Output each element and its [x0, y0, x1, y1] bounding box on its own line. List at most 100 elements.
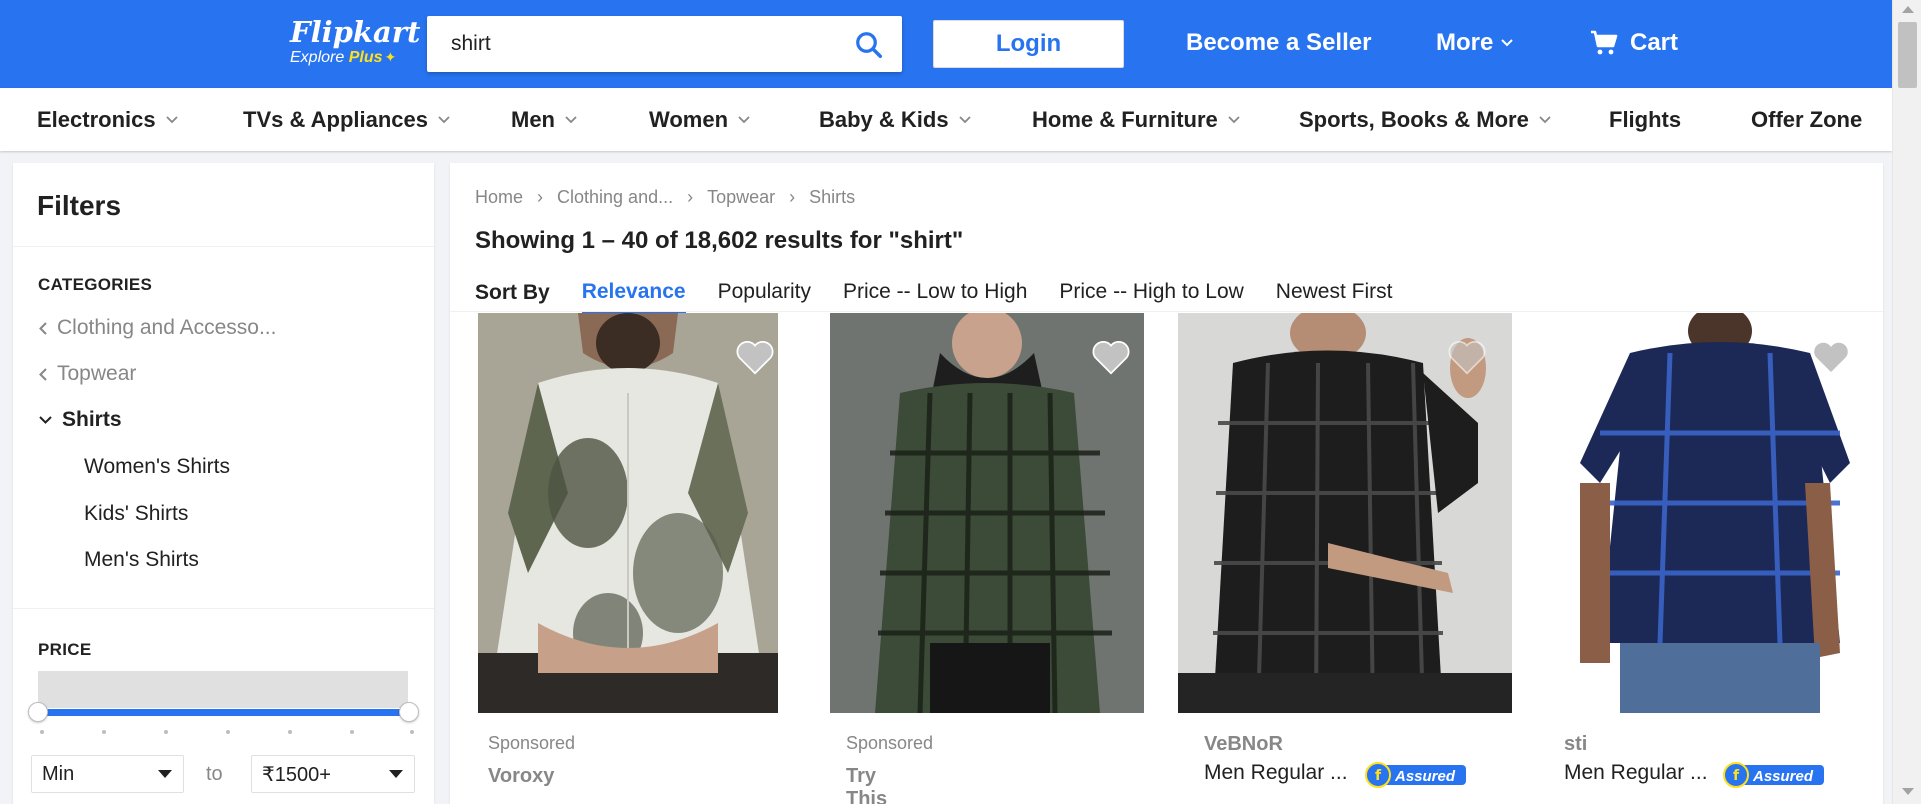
nav-tvs-appliances[interactable]: TVs & Appliances [243, 105, 450, 135]
wishlist-heart-icon[interactable] [1810, 337, 1852, 375]
chevron-left-icon [39, 321, 47, 335]
filters-title: Filters [37, 190, 122, 221]
price-max-handle[interactable] [399, 702, 419, 722]
results-panel: Home › Clothing and... › Topwear › Shirt… [450, 163, 1883, 804]
nav-baby-kids[interactable]: Baby & Kids [819, 105, 971, 135]
chevron-down-icon [738, 116, 750, 124]
product-brand: Try This [846, 765, 888, 804]
nav-home-furniture[interactable]: Home & Furniture [1032, 105, 1240, 135]
category-nav: Electronics TVs & Appliances Men Women B… [0, 88, 1892, 151]
divider [13, 246, 434, 247]
assured-badge-icon: f Assured [1365, 762, 1466, 788]
wishlist-heart-icon[interactable] [734, 337, 776, 375]
nav-sports-books-more[interactable]: Sports, Books & More [1299, 105, 1551, 135]
scroll-up-arrow-icon[interactable] [1902, 6, 1914, 13]
svg-text:f: f [1733, 768, 1740, 784]
categories-label: CATEGORIES [38, 275, 153, 294]
flipkart-logo[interactable]: Flipkart Explore Plus ✦ [290, 16, 420, 67]
price-max-select[interactable]: ₹1500+ [251, 755, 415, 793]
price-tick [102, 730, 106, 734]
breadcrumb-home[interactable]: Home [475, 187, 523, 208]
price-tick [350, 730, 354, 734]
price-tick [226, 730, 230, 734]
breadcrumb-separator-icon: › [537, 187, 544, 207]
category-clothing-accessories[interactable]: Clothing and Accesso... [39, 316, 276, 340]
sort-bar: Sort By Relevance Popularity Price -- Lo… [475, 272, 1424, 314]
breadcrumb: Home › Clothing and... › Topwear › Shirt… [475, 187, 855, 208]
vertical-scrollbar[interactable] [1892, 0, 1921, 804]
divider [13, 608, 434, 609]
cart-link[interactable]: Cart [1590, 26, 1678, 60]
wishlist-heart-icon[interactable] [1090, 337, 1132, 375]
nav-electronics[interactable]: Electronics [37, 105, 178, 135]
chevron-left-icon [39, 367, 47, 381]
wishlist-heart-icon[interactable] [1446, 337, 1488, 375]
sort-by-label: Sort By [475, 281, 550, 304]
caret-down-icon [389, 770, 403, 778]
product-brand: Voroxy [488, 765, 555, 787]
chevron-down-icon [1539, 116, 1551, 124]
price-min-select[interactable]: Min [31, 755, 184, 793]
nav-flights[interactable]: Flights [1609, 105, 1681, 135]
chevron-down-icon [39, 416, 52, 424]
price-min-handle[interactable] [28, 702, 48, 722]
chevron-down-icon [165, 116, 178, 124]
search-icon[interactable] [854, 30, 884, 60]
price-tick [40, 730, 44, 734]
search-input[interactable] [427, 16, 847, 72]
product-brand: sti [1564, 733, 1588, 755]
scroll-down-arrow-icon[interactable] [1902, 788, 1914, 795]
price-slider-track[interactable] [38, 709, 408, 716]
logo-subtext: Explore Plus ✦ [290, 49, 397, 66]
product-image[interactable] [478, 313, 778, 713]
price-histogram [38, 671, 408, 708]
search-box [427, 16, 902, 72]
nav-offer-zone[interactable]: Offer Zone [1751, 105, 1862, 135]
nav-women[interactable]: Women [649, 105, 750, 135]
chevron-down-icon [438, 116, 450, 124]
subcategory-mens-shirts[interactable]: Men's Shirts [84, 548, 199, 572]
sort-price-low-high[interactable]: Price -- Low to High [843, 280, 1027, 314]
category-topwear[interactable]: Topwear [39, 362, 136, 386]
sort-price-high-low[interactable]: Price -- High to Low [1059, 280, 1243, 314]
chevron-down-icon [565, 116, 577, 124]
assured-badge-icon: f Assured [1723, 762, 1824, 788]
price-to-label: to [206, 763, 223, 785]
top-header: Flipkart Explore Plus✦ Login Become a Se… [0, 0, 1921, 88]
sort-relevance[interactable]: Relevance [581, 280, 686, 314]
price-tick [288, 730, 292, 734]
cart-icon [1591, 30, 1618, 55]
product-title[interactable]: Men Regular ... [1204, 761, 1348, 785]
chevron-down-icon [1501, 39, 1514, 47]
scrollbar-thumb[interactable] [1898, 22, 1917, 88]
more-menu[interactable]: More [1436, 26, 1514, 60]
login-button[interactable]: Login [933, 20, 1124, 68]
assured-label: Assured [1752, 768, 1814, 785]
breadcrumb-separator-icon: › [687, 187, 694, 207]
breadcrumb-topwear[interactable]: Topwear [707, 187, 775, 208]
price-tick [164, 730, 168, 734]
breadcrumb-clothing[interactable]: Clothing and... [557, 187, 673, 208]
category-shirts[interactable]: Shirts [39, 408, 122, 432]
product-title[interactable]: Men Regular ... [1564, 761, 1708, 785]
chevron-down-icon [958, 116, 971, 124]
sponsored-label: Sponsored [488, 733, 576, 753]
breadcrumb-shirts[interactable]: Shirts [809, 187, 855, 208]
caret-down-icon [158, 770, 172, 778]
sponsored-label: Sponsored [846, 733, 934, 753]
subcategory-womens-shirts[interactable]: Women's Shirts [84, 455, 230, 479]
plus-icon: ✦ [384, 49, 397, 65]
become-seller-link[interactable]: Become a Seller [1186, 26, 1371, 60]
breadcrumb-separator-icon: › [789, 187, 796, 207]
subcategory-kids-shirts[interactable]: Kids' Shirts [84, 502, 188, 526]
filters-panel: Filters CATEGORIES Clothing and Accesso.… [13, 163, 434, 804]
sort-newest[interactable]: Newest First [1276, 280, 1393, 314]
logo-text: Flipkart [290, 15, 421, 49]
sort-popularity[interactable]: Popularity [718, 280, 811, 314]
price-label: PRICE [38, 640, 92, 659]
nav-men[interactable]: Men [511, 105, 577, 135]
assured-label: Assured [1394, 768, 1456, 785]
chevron-down-icon [1228, 116, 1240, 124]
product-brand: VeBNoR [1204, 733, 1283, 755]
results-count: Showing 1 – 40 of 18,602 results for "sh… [475, 227, 964, 254]
